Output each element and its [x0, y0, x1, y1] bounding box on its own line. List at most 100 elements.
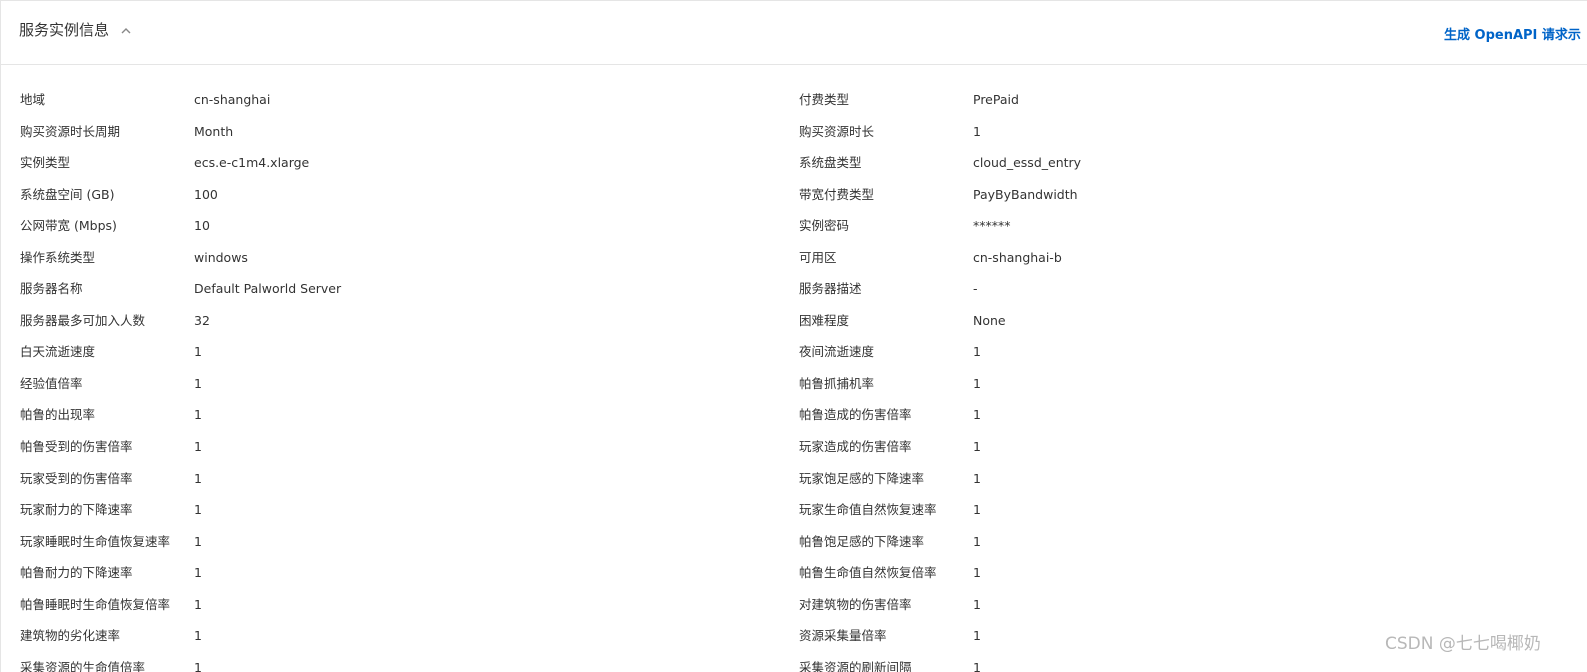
field-value: 1 — [973, 375, 981, 391]
chevron-up-icon — [121, 27, 131, 33]
field-label: 玩家睡眠时生命值恢复速率 — [20, 533, 171, 549]
info-row: 白天流逝速度 1 夜间流逝速度 1 — [1, 337, 1587, 369]
info-row: 玩家睡眠时生命值恢复速率 1 帕鲁饱足感的下降速率 1 — [1, 527, 1587, 559]
field-value: 1 — [194, 533, 202, 549]
field-value: 1 — [194, 502, 202, 518]
panel-header: 服务实例信息 生成 OpenAPI 请求示 — [1, 1, 1587, 65]
info-row: 玩家耐力的下降速率 1 玩家生命值自然恢复速率 1 — [1, 495, 1587, 527]
info-row: 建筑物的劣化速率 1 资源采集量倍率 1 — [1, 621, 1587, 653]
field-value: 1 — [973, 628, 981, 644]
field-label: 玩家造成的伤害倍率 — [799, 439, 912, 455]
field-label: 服务器最多可加入人数 — [20, 312, 146, 328]
field-label: 玩家受到的伤害倍率 — [20, 470, 133, 486]
field-label: 建筑物的劣化速率 — [20, 628, 121, 644]
field-label: 帕鲁生命值自然恢复倍率 — [799, 565, 937, 581]
field-value: cloud_essd_entry — [973, 155, 1082, 171]
field-label: 玩家饱足感的下降速率 — [799, 470, 925, 486]
instance-info-grid: 地域 cn-shanghai 付费类型 PrePaid 购买资源时长周期 Mon… — [1, 85, 1587, 672]
field-label: 夜间流逝速度 — [799, 344, 875, 360]
field-value: PrePaid — [973, 92, 1019, 107]
field-value: ****** — [973, 218, 1011, 234]
field-label: 系统盘类型 — [799, 155, 862, 171]
field-label: 帕鲁抓捕机率 — [799, 375, 875, 391]
field-label: 白天流逝速度 — [20, 344, 96, 360]
field-label: 帕鲁饱足感的下降速率 — [799, 533, 925, 549]
field-label: 资源采集量倍率 — [799, 628, 887, 644]
field-label: 带宽付费类型 — [799, 186, 875, 202]
field-label: 对建筑物的伤害倍率 — [799, 596, 912, 612]
field-label: 付费类型 — [799, 92, 850, 107]
field-label: 帕鲁睡眠时生命值恢复倍率 — [20, 596, 171, 612]
field-label: 帕鲁耐力的下降速率 — [20, 565, 133, 581]
service-instance-panel: 服务实例信息 生成 OpenAPI 请求示 地域 cn-shanghai 付费类… — [0, 0, 1587, 672]
field-value: 1 — [194, 628, 202, 644]
field-value: 1 — [973, 659, 981, 672]
field-label: 采集资源的生命值倍率 — [20, 659, 146, 672]
info-row: 系统盘空间 (GB) 100 带宽付费类型 PayByBandwidth — [1, 180, 1587, 212]
field-value: Month — [194, 123, 234, 139]
field-value: 1 — [973, 502, 981, 518]
field-value: 1 — [973, 123, 981, 139]
field-label: 可用区 — [799, 249, 837, 265]
generate-openapi-link[interactable]: 生成 OpenAPI 请求示 — [1444, 27, 1581, 45]
field-value: 1 — [973, 533, 981, 549]
field-value: 1 — [973, 470, 981, 486]
field-value: - — [973, 281, 978, 297]
info-row: 服务器名称 Default Palworld Server 服务器描述 - — [1, 274, 1587, 306]
field-value: 32 — [194, 312, 210, 328]
info-row: 公网带宽 (Mbps) 10 实例密码 ****** — [1, 211, 1587, 243]
field-label: 玩家耐力的下降速率 — [20, 502, 133, 518]
field-label: 经验值倍率 — [20, 375, 83, 391]
field-label: 实例类型 — [20, 155, 71, 171]
field-value: cn-shanghai — [194, 92, 271, 107]
info-row: 帕鲁的出现率 1 帕鲁造成的伤害倍率 1 — [1, 400, 1587, 432]
field-label: 操作系统类型 — [20, 249, 96, 265]
field-value: windows — [194, 249, 248, 265]
info-row: 帕鲁睡眠时生命值恢复倍率 1 对建筑物的伤害倍率 1 — [1, 590, 1587, 622]
field-label: 服务器描述 — [799, 281, 862, 297]
field-value: 100 — [194, 186, 218, 202]
info-row: 帕鲁受到的伤害倍率 1 玩家造成的伤害倍率 1 — [1, 432, 1587, 464]
field-label: 玩家生命值自然恢复速率 — [799, 502, 937, 518]
field-value: 1 — [194, 439, 202, 455]
field-label: 帕鲁的出现率 — [20, 407, 96, 423]
field-label: 购买资源时长周期 — [20, 123, 121, 139]
page-title: 服务实例信息 — [19, 21, 110, 39]
field-value: 1 — [194, 659, 202, 672]
field-value: 1 — [973, 565, 981, 581]
field-value: cn-shanghai-b — [973, 249, 1062, 265]
info-row: 购买资源时长周期 Month 购买资源时长 1 — [1, 117, 1587, 149]
collapse-button[interactable] — [119, 23, 133, 37]
field-label: 购买资源时长 — [799, 123, 875, 139]
field-label: 实例密码 — [799, 218, 850, 234]
info-row: 操作系统类型 windows 可用区 cn-shanghai-b — [1, 243, 1587, 275]
info-row: 经验值倍率 1 帕鲁抓捕机率 1 — [1, 369, 1587, 401]
field-value: 1 — [973, 344, 981, 360]
field-label: 服务器名称 — [20, 281, 83, 297]
watermark: CSDN @七七喝椰奶 — [1385, 634, 1541, 654]
field-label: 困难程度 — [799, 312, 850, 328]
field-value: Default Palworld Server — [194, 281, 342, 297]
field-value: 1 — [973, 596, 981, 612]
info-row: 服务器最多可加入人数 32 困难程度 None — [1, 306, 1587, 338]
field-value: 1 — [194, 375, 202, 391]
info-row: 实例类型 ecs.e-c1m4.xlarge 系统盘类型 cloud_essd_… — [1, 148, 1587, 180]
field-value: ecs.e-c1m4.xlarge — [194, 155, 310, 171]
field-value: 10 — [194, 218, 210, 234]
info-row: 玩家受到的伤害倍率 1 玩家饱足感的下降速率 1 — [1, 464, 1587, 496]
field-label: 公网带宽 (Mbps) — [20, 218, 117, 234]
field-label: 采集资源的刷新间隔 — [799, 659, 912, 672]
field-value: 1 — [973, 407, 981, 423]
field-value: 1 — [194, 596, 202, 612]
field-value: PayByBandwidth — [973, 186, 1078, 202]
info-row: 采集资源的生命值倍率 1 采集资源的刷新间隔 1 — [1, 653, 1587, 672]
field-value: None — [973, 312, 1006, 328]
field-label: 帕鲁造成的伤害倍率 — [799, 407, 912, 423]
field-label: 系统盘空间 (GB) — [20, 186, 115, 202]
field-label: 帕鲁受到的伤害倍率 — [20, 439, 133, 455]
field-value: 1 — [194, 407, 202, 423]
field-value: 1 — [194, 470, 202, 486]
field-value: 1 — [194, 565, 202, 581]
info-row: 地域 cn-shanghai 付费类型 PrePaid — [1, 85, 1587, 117]
field-value: 1 — [194, 344, 202, 360]
